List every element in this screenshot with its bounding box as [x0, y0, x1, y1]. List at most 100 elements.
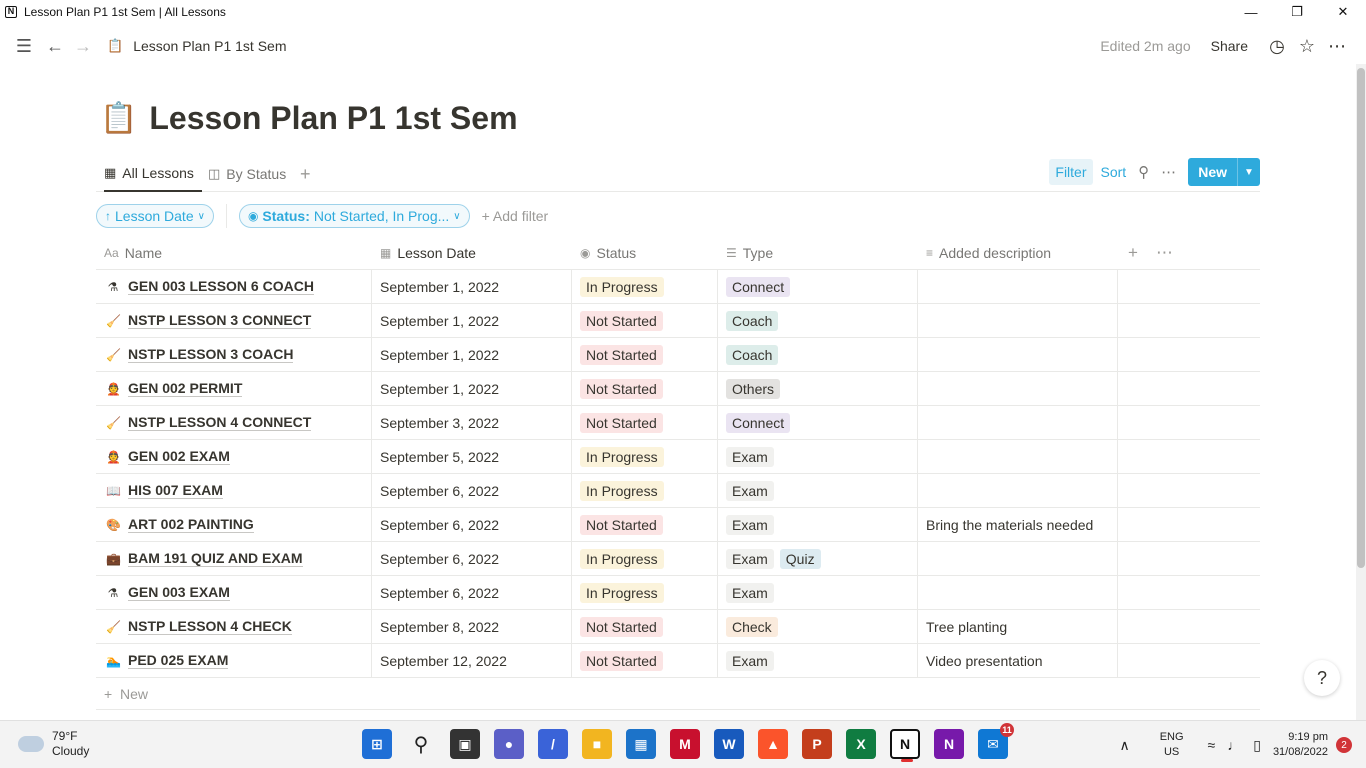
cell-name[interactable]: 🎨 ART 002 PAINTING: [96, 508, 372, 541]
table-row[interactable]: 🧹 NSTP LESSON 4 CHECK September 8, 2022 …: [96, 610, 1260, 644]
table-row[interactable]: 👲 GEN 002 EXAM September 5, 2022 In Prog…: [96, 440, 1260, 474]
cell-description[interactable]: [918, 440, 1118, 473]
back-arrow-icon[interactable]: ←: [41, 32, 69, 60]
cell-type[interactable]: Connect: [718, 406, 918, 439]
cell-status[interactable]: Not Started: [572, 338, 718, 371]
cell-description[interactable]: [918, 474, 1118, 507]
add-filter-button[interactable]: + Add filter: [482, 208, 549, 224]
cell-date[interactable]: September 12, 2022: [372, 644, 572, 677]
column-header-type[interactable]: ☰ Type: [718, 236, 918, 270]
mail-icon[interactable]: ✉ 11: [978, 723, 1014, 759]
onenote-icon[interactable]: N: [934, 729, 964, 759]
cell-type[interactable]: Connect: [718, 270, 918, 303]
cell-status[interactable]: Not Started: [572, 610, 718, 643]
cell-status[interactable]: Not Started: [572, 644, 718, 677]
cell-description[interactable]: [918, 304, 1118, 337]
cell-status[interactable]: Not Started: [572, 372, 718, 405]
page-title-text[interactable]: Lesson Plan P1 1st Sem: [149, 100, 517, 137]
wifi-icon[interactable]: ≈: [1208, 737, 1216, 753]
cell-name[interactable]: 📖 HIS 007 EXAM: [96, 474, 372, 507]
breadcrumb[interactable]: 📋 Lesson Plan P1 1st Sem: [107, 38, 287, 54]
close-button[interactable]: ✕: [1320, 0, 1366, 24]
cell-date[interactable]: September 6, 2022: [372, 542, 572, 575]
cell-status[interactable]: In Progress: [572, 576, 718, 609]
lesson-name[interactable]: GEN 003 LESSON 6 COACH: [128, 278, 314, 295]
cell-type[interactable]: Exam: [718, 644, 918, 677]
page-scrollbar[interactable]: [1356, 64, 1366, 720]
cell-date[interactable]: September 1, 2022: [372, 338, 572, 371]
cell-date[interactable]: September 6, 2022: [372, 508, 572, 541]
clock[interactable]: 9:19 pm 31/08/2022: [1273, 730, 1328, 760]
new-record-button[interactable]: New ▼: [1188, 158, 1260, 186]
minimize-button[interactable]: —: [1228, 0, 1274, 24]
cell-date[interactable]: September 1, 2022: [372, 304, 572, 337]
brave-browser-icon[interactable]: ▲: [758, 729, 788, 759]
mcafee-shield-icon[interactable]: M: [670, 729, 700, 759]
filter-button[interactable]: Filter: [1049, 159, 1093, 185]
lesson-name[interactable]: GEN 003 EXAM: [128, 584, 230, 601]
share-button[interactable]: Share: [1211, 38, 1248, 54]
word-icon[interactable]: W: [714, 729, 744, 759]
cell-type[interactable]: Exam: [718, 576, 918, 609]
breadcrumb-page[interactable]: Lesson Plan P1 1st Sem: [133, 38, 286, 54]
cell-name[interactable]: 🏊 PED 025 EXAM: [96, 644, 372, 677]
lesson-name[interactable]: NSTP LESSON 4 CHECK: [128, 618, 292, 635]
volume-icon[interactable]: ♩: [1227, 737, 1241, 753]
cell-type[interactable]: Check: [718, 610, 918, 643]
status-filter-chip[interactable]: ◉ Status: Not Started, In Prog... ∨: [238, 204, 470, 228]
sort-chip-lesson-date[interactable]: ↑ Lesson Date ∨: [96, 204, 214, 228]
cell-date[interactable]: September 6, 2022: [372, 576, 572, 609]
add-new-row-button[interactable]: + New: [96, 678, 1260, 710]
lesson-name[interactable]: GEN 002 PERMIT: [128, 380, 243, 397]
cell-description[interactable]: Tree planting: [918, 610, 1118, 643]
table-row[interactable]: 🧹 NSTP LESSON 3 CONNECT September 1, 202…: [96, 304, 1260, 338]
page-title[interactable]: 📋 Lesson Plan P1 1st Sem: [100, 100, 518, 137]
cell-name[interactable]: 🧹 NSTP LESSON 3 COACH: [96, 338, 372, 371]
more-options-icon[interactable]: ⋯: [1161, 163, 1176, 181]
cell-name[interactable]: 🧹 NSTP LESSON 3 CONNECT: [96, 304, 372, 337]
cell-type[interactable]: Others: [718, 372, 918, 405]
maximize-button[interactable]: ❐: [1274, 0, 1320, 24]
lesson-name[interactable]: NSTP LESSON 3 CONNECT: [128, 312, 312, 329]
search-icon[interactable]: ⚲: [1138, 163, 1149, 181]
table-row[interactable]: 🧹 NSTP LESSON 3 COACH September 1, 2022 …: [96, 338, 1260, 372]
lesson-name[interactable]: HIS 007 EXAM: [128, 482, 223, 499]
table-row[interactable]: 🏊 PED 025 EXAM September 12, 2022 Not St…: [96, 644, 1260, 678]
lesson-name[interactable]: BAM 191 QUIZ AND EXAM: [128, 550, 303, 567]
lesson-name[interactable]: GEN 002 EXAM: [128, 448, 230, 465]
new-button-label[interactable]: New: [1188, 158, 1238, 186]
cell-date[interactable]: September 3, 2022: [372, 406, 572, 439]
excel-icon[interactable]: X: [846, 729, 876, 759]
cell-description[interactable]: [918, 372, 1118, 405]
lesson-name[interactable]: ART 002 PAINTING: [128, 516, 254, 533]
language-indicator[interactable]: ENG US: [1160, 730, 1184, 760]
powerpoint-icon[interactable]: P: [802, 729, 832, 759]
table-row[interactable]: ⚗ GEN 003 LESSON 6 COACH September 1, 20…: [96, 270, 1260, 304]
start-windows-icon[interactable]: ⊞: [362, 729, 392, 759]
cell-name[interactable]: ⚗ GEN 003 LESSON 6 COACH: [96, 270, 372, 303]
column-header-date[interactable]: ▦ Lesson Date: [372, 236, 572, 270]
cell-description[interactable]: Bring the materials needed: [918, 508, 1118, 541]
add-property-plus-icon[interactable]: +: [1128, 243, 1138, 263]
battery-icon[interactable]: ▯: [1253, 737, 1261, 754]
teams-chat-icon[interactable]: ●: [494, 729, 524, 759]
cell-type[interactable]: Exam: [718, 474, 918, 507]
cell-status[interactable]: Not Started: [572, 304, 718, 337]
notion-icon[interactable]: N: [890, 729, 920, 762]
notification-badge[interactable]: 2: [1336, 737, 1352, 753]
cell-status[interactable]: In Progress: [572, 474, 718, 507]
cell-type[interactable]: Coach: [718, 338, 918, 371]
lesson-name[interactable]: NSTP LESSON 4 CONNECT: [128, 414, 312, 431]
cell-status[interactable]: In Progress: [572, 270, 718, 303]
cell-date[interactable]: September 8, 2022: [372, 610, 572, 643]
cell-description[interactable]: [918, 542, 1118, 575]
menu-icon[interactable]: ☰: [10, 32, 38, 60]
lesson-name[interactable]: NSTP LESSON 3 COACH: [128, 346, 294, 363]
cell-type[interactable]: Exam: [718, 440, 918, 473]
table-row[interactable]: 👲 GEN 002 PERMIT September 1, 2022 Not S…: [96, 372, 1260, 406]
more-options-icon[interactable]: ⋯: [1156, 243, 1173, 263]
sort-button[interactable]: Sort: [1101, 164, 1127, 180]
cell-description[interactable]: [918, 576, 1118, 609]
cell-status[interactable]: Not Started: [572, 406, 718, 439]
cell-date[interactable]: September 1, 2022: [372, 270, 572, 303]
